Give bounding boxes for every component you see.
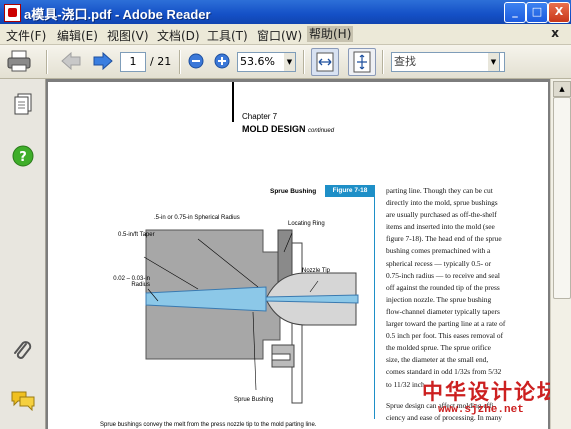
- label-taper: 0.5-in/ft Taper: [118, 232, 155, 238]
- label-orifice-radius: 0.02 – 0.03-in Radius: [113, 276, 150, 288]
- body-line: flow-channel diameter typically tapers: [386, 306, 500, 316]
- printer-icon: [7, 50, 31, 72]
- help-icon: ?: [12, 145, 34, 167]
- body-line: the molded sprue. The sprue orifice: [386, 343, 491, 353]
- watermark-url: www.sjzhe.net: [438, 404, 524, 416]
- body-line: size, the diameter at the small end,: [386, 355, 489, 365]
- close-document-icon[interactable]: x: [551, 26, 559, 40]
- scroll-thumb[interactable]: [553, 97, 571, 299]
- svg-text:?: ?: [19, 150, 27, 165]
- figure-caption: Sprue bushings convey the melt from the …: [100, 422, 317, 428]
- fit-page-icon: [353, 51, 371, 73]
- body-line: spherical recess — typically 0.5- or: [386, 258, 492, 268]
- label-nozzle-tip: Nozzle Tip: [302, 268, 331, 274]
- figure-tag: Figure 7-18: [325, 185, 375, 197]
- menu-window[interactable]: 窗口(W): [257, 27, 302, 44]
- pages-panel-button[interactable]: [13, 93, 33, 118]
- maximize-button[interactable]: □: [526, 2, 548, 23]
- arrow-right-icon: [93, 51, 113, 71]
- paperclip-icon: [14, 341, 32, 359]
- document-view[interactable]: Chapter 7 MOLD DESIGN continued Sprue Bu…: [46, 79, 550, 429]
- menu-edit[interactable]: 编辑(E): [57, 27, 98, 44]
- title-bar: a模具-浇口.pdf - Adobe Reader _ □ X: [0, 0, 571, 24]
- pages-icon: [14, 93, 32, 115]
- body-line: injection nozzle. The sprue bushing: [386, 294, 492, 304]
- close-button[interactable]: X: [548, 2, 570, 23]
- next-page-button[interactable]: [92, 51, 114, 73]
- page-number-input[interactable]: 1: [120, 52, 146, 72]
- section-heading: MOLD DESIGN continued: [242, 124, 334, 134]
- menu-document[interactable]: 文档(D): [157, 27, 200, 44]
- section-title: MOLD DESIGN: [242, 124, 306, 134]
- header-rule: [232, 82, 234, 122]
- menu-file[interactable]: 文件(F): [6, 27, 46, 44]
- print-button[interactable]: [5, 48, 33, 77]
- body-line: parting line. Though they can be cut: [386, 186, 493, 195]
- figure-title: Sprue Bushing: [270, 188, 317, 195]
- section-suffix: continued: [308, 128, 335, 134]
- zoom-dropdown-arrow[interactable]: ▼: [284, 52, 296, 72]
- comments-icon: [11, 391, 35, 412]
- body-line: bushing comes premachined with a: [386, 246, 491, 256]
- window-title: a模具-浇口.pdf - Adobe Reader: [24, 7, 211, 22]
- label-locating-ring: Locating Ring: [288, 221, 325, 227]
- watermark-title: 中华设计论坛: [422, 380, 550, 404]
- menu-help[interactable]: 帮助(H): [307, 26, 354, 42]
- fit-width-button[interactable]: [311, 48, 339, 76]
- sprue-bushing-diagram: [143, 229, 359, 404]
- arrow-left-icon: [61, 51, 81, 71]
- menu-tools[interactable]: 工具(T): [207, 27, 248, 44]
- body-line: directly into the mold, sprue bushings: [386, 198, 498, 208]
- search-dropdown-arrow[interactable]: ▼: [488, 52, 500, 72]
- navigation-panel: ?: [0, 79, 46, 429]
- zoom-in-icon: [214, 53, 230, 69]
- previous-page-button[interactable]: [60, 51, 82, 73]
- menu-view[interactable]: 视图(V): [107, 27, 149, 44]
- menu-bar: 文件(F) 编辑(E) 视图(V) 文档(D) 工具(T) 窗口(W) 帮助(H…: [0, 24, 571, 45]
- page-total: / 21: [150, 55, 172, 68]
- fit-width-icon: [316, 52, 334, 72]
- body-line: 0.5 inch per foot. This eases removal of: [386, 331, 504, 341]
- body-line: are usually purchased as off-the-shelf: [386, 210, 497, 220]
- comments-panel-button[interactable]: [10, 389, 36, 414]
- toolbar-separator: [179, 50, 181, 74]
- body-line: figure 7-18). The head end of the sprue: [386, 234, 502, 244]
- attachments-panel-button[interactable]: [11, 339, 35, 366]
- toolbar-separator: [46, 50, 48, 74]
- zoom-out-icon: [188, 53, 204, 69]
- vertical-scrollbar[interactable]: ▲: [550, 79, 571, 429]
- body-line: off against the rounded tip of the press: [386, 282, 500, 292]
- toolbar-separator: [303, 50, 305, 74]
- zoom-out-button[interactable]: [188, 53, 204, 72]
- chapter-label: Chapter 7: [242, 112, 278, 121]
- scroll-up-arrow-icon[interactable]: ▲: [553, 81, 571, 97]
- minimize-button[interactable]: _: [504, 2, 526, 23]
- zoom-in-button[interactable]: [214, 53, 230, 72]
- label-spherical-radius: .5-in or 0.75-in Spherical Radius: [154, 215, 240, 221]
- toolbar-separator: [382, 50, 384, 74]
- body-line: 0.75-inch radius — to receive and seal: [386, 270, 500, 280]
- help-panel-button[interactable]: ?: [12, 145, 34, 170]
- zoom-level-input[interactable]: 53.6%: [237, 52, 287, 72]
- body-line: larger toward the parting line at a rate…: [386, 319, 506, 329]
- body-line: items and inserted into the mold (see: [386, 222, 495, 232]
- label-sprue-bushing: Sprue Bushing: [234, 397, 274, 403]
- pdf-app-icon[interactable]: [4, 4, 21, 22]
- fit-page-button[interactable]: [348, 48, 376, 76]
